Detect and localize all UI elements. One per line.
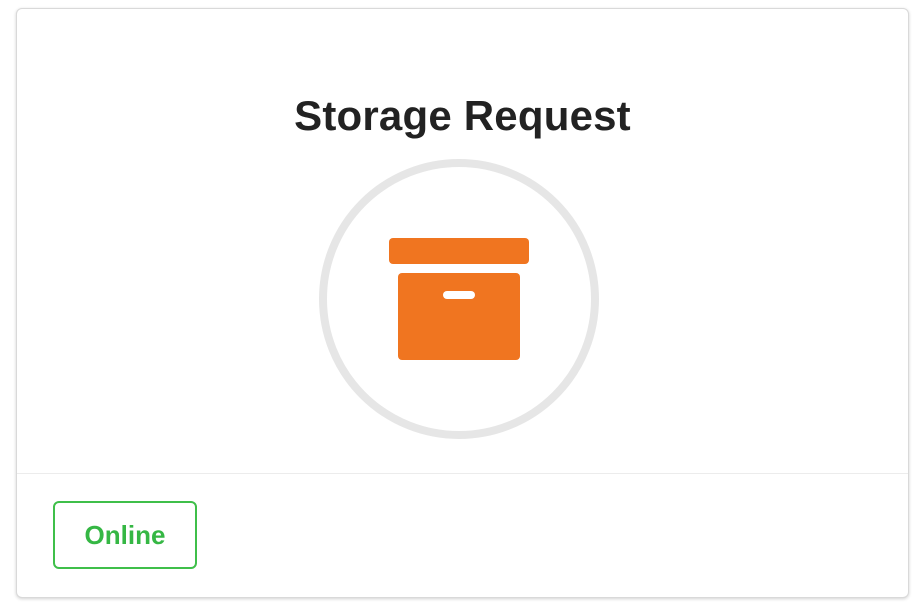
archive-box-icon [389,238,529,360]
storage-request-card[interactable]: Storage Request Online [16,8,909,598]
card-footer: Online [17,474,908,598]
card-title: Storage Request [294,92,631,139]
status-online-button[interactable]: Online [53,501,197,569]
card-body: Storage Request [17,9,908,473]
icon-circle [319,159,599,439]
